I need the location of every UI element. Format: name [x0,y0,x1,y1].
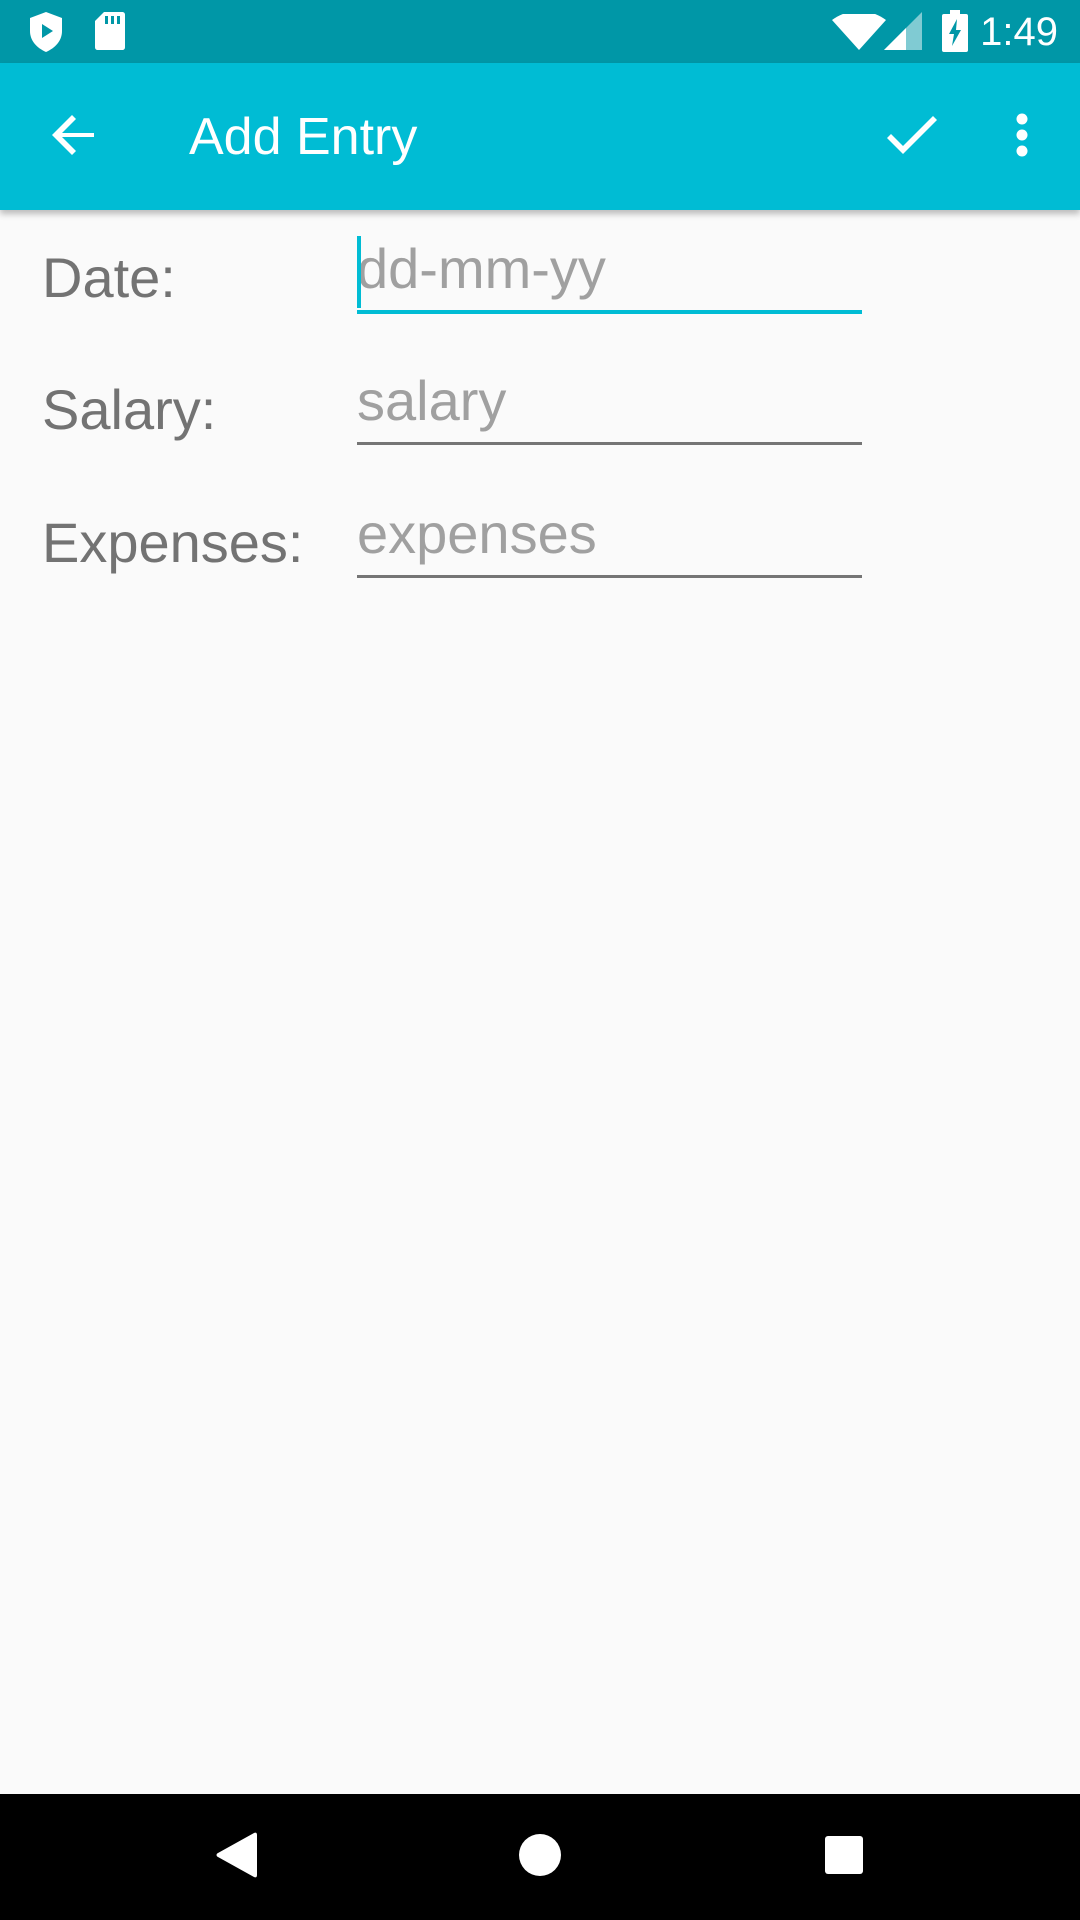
more-vert-icon [1015,113,1029,162]
salary-row: Salary: [0,358,1080,478]
nav-recents-icon [824,1835,864,1880]
nav-back-button[interactable] [196,1817,276,1897]
status-bar: 1:49 [0,0,1080,63]
cellular-signal-icon [884,12,922,55]
battery-charging-icon [942,10,968,57]
nav-recents-button[interactable] [804,1817,884,1897]
save-button[interactable] [874,99,950,175]
page-title: Add Entry [189,108,418,166]
expenses-label: Expenses: [42,511,304,574]
navigation-bar [0,1794,1080,1920]
nav-back-icon [214,1830,258,1885]
expenses-input[interactable] [357,491,862,578]
nav-home-icon [518,1833,562,1882]
salary-label: Salary: [42,378,217,441]
date-label: Date: [42,246,176,309]
shield-play-icon [28,11,64,58]
nav-home-button[interactable] [500,1817,580,1897]
app-bar: Add Entry [0,63,1080,210]
date-input[interactable] [357,226,862,314]
salary-input[interactable] [357,358,862,445]
expenses-row: Expenses: [0,491,1080,611]
check-icon [886,115,938,160]
more-options-button[interactable] [984,99,1060,175]
status-time: 1:49 [980,10,1058,54]
wifi-icon [832,11,886,55]
arrow-back-icon [50,111,98,164]
sd-card-icon [94,11,126,56]
text-caret [357,236,361,308]
screen: 1:49 Add Entry Date: dd-mm-yy Salary: sa… [0,0,1080,1920]
date-row: Date: [0,226,1080,346]
back-button[interactable] [36,99,112,175]
